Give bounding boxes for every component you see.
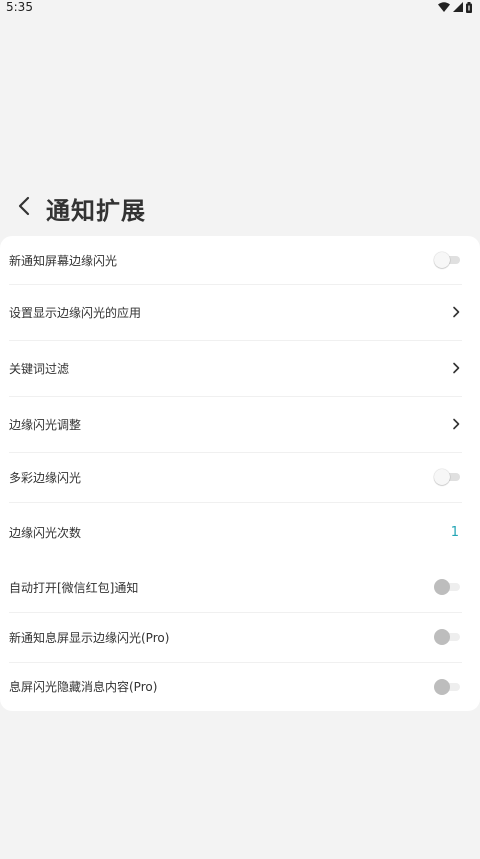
- battery-icon: [466, 1, 472, 13]
- status-bar: 5:35: [0, 0, 480, 14]
- setting-label: 息屏闪光隐藏消息内容(Pro): [9, 680, 158, 694]
- setting-label: 自动打开[微信红包]通知: [9, 580, 139, 595]
- toggle-knob: [434, 469, 450, 485]
- back-arrow-icon: [17, 196, 31, 220]
- setting-row-keyword-filter[interactable]: 关键词过滤: [0, 340, 480, 396]
- setting-row-flash-count[interactable]: 边缘闪光次数 1: [0, 502, 480, 562]
- edge-flash-toggle[interactable]: [434, 252, 462, 268]
- toggle-knob: [434, 579, 450, 595]
- aod-hide-content-toggle[interactable]: [434, 678, 462, 695]
- setting-row-edge-flash-adjust[interactable]: 边缘闪光调整: [0, 396, 480, 452]
- chevron-right-icon: [451, 362, 461, 374]
- setting-row-edge-flash[interactable]: 新通知屏幕边缘闪光: [0, 236, 480, 284]
- colorful-flash-toggle[interactable]: [434, 469, 462, 485]
- setting-label: 新通知息屏显示边缘闪光(Pro): [9, 630, 170, 645]
- setting-label: 多彩边缘闪光: [9, 470, 82, 485]
- wifi-icon: [438, 2, 450, 12]
- setting-row-aod-hide-content[interactable]: 息屏闪光隐藏消息内容(Pro): [0, 662, 480, 711]
- toggle-knob: [434, 252, 450, 268]
- page-title: 通知扩展: [46, 196, 146, 225]
- auto-open-wechat-toggle[interactable]: [434, 579, 462, 595]
- setting-row-auto-open-wechat[interactable]: 自动打开[微信红包]通知: [0, 562, 480, 612]
- setting-row-colorful-edge-flash[interactable]: 多彩边缘闪光: [0, 452, 480, 502]
- status-time: 5:35: [6, 0, 33, 14]
- settings-card: 新通知屏幕边缘闪光 设置显示边缘闪光的应用 关键词过滤 边缘闪光调整 多彩边缘闪…: [0, 236, 480, 711]
- setting-label: 边缘闪光次数: [9, 525, 82, 540]
- status-icons: [438, 1, 472, 13]
- toggle-knob: [434, 678, 450, 695]
- setting-row-aod-edge-flash[interactable]: 新通知息屏显示边缘闪光(Pro): [0, 612, 480, 662]
- cellular-signal-icon: [453, 2, 463, 12]
- chevron-right-icon: [451, 306, 461, 318]
- aod-edge-flash-toggle[interactable]: [434, 629, 462, 645]
- setting-label: 边缘闪光调整: [9, 417, 82, 432]
- toggle-knob: [434, 629, 450, 645]
- back-button[interactable]: [12, 196, 36, 220]
- setting-label: 新通知屏幕边缘闪光: [9, 253, 118, 268]
- header: 通知扩展: [0, 188, 480, 228]
- flash-count-value[interactable]: 1: [451, 525, 459, 540]
- setting-label: 关键词过滤: [9, 361, 70, 376]
- setting-label: 设置显示边缘闪光的应用: [9, 305, 142, 320]
- chevron-right-icon: [451, 418, 461, 430]
- setting-row-edge-flash-apps[interactable]: 设置显示边缘闪光的应用: [0, 284, 480, 340]
